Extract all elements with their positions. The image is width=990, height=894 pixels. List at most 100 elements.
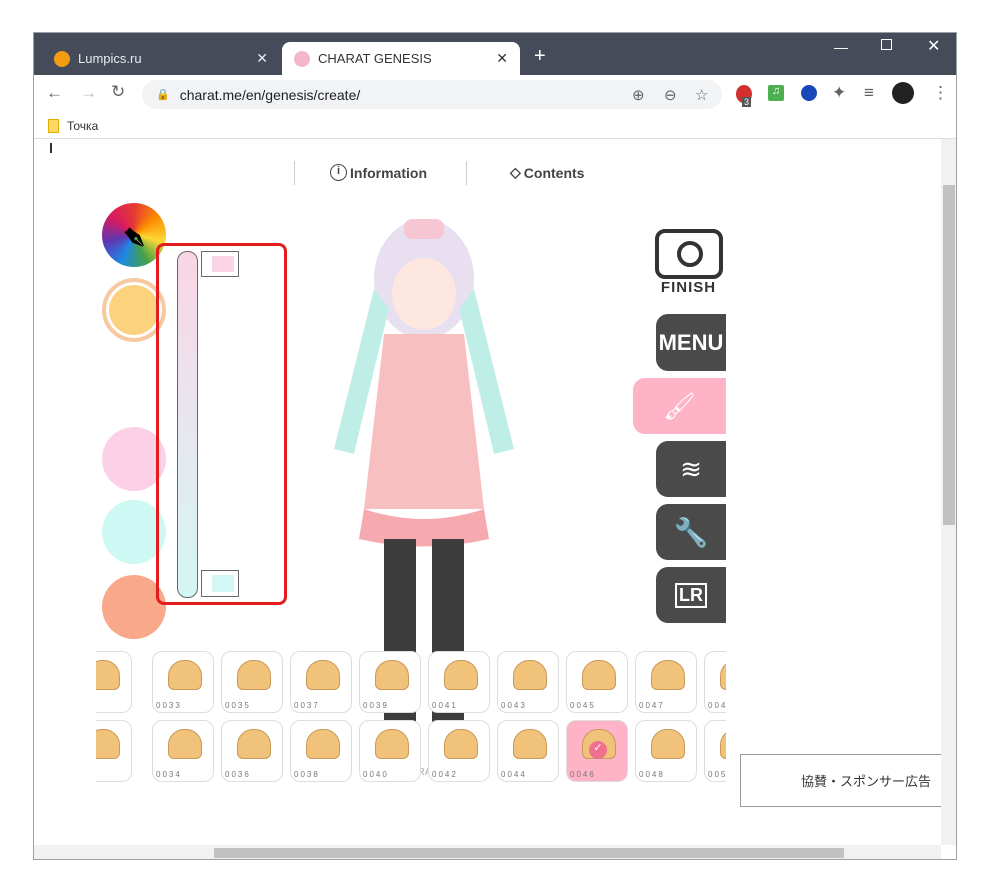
url-text: charat.me/en/genesis/create/ xyxy=(179,86,361,103)
information-link[interactable]: i Information xyxy=(330,164,427,181)
hair-thumbnail xyxy=(375,660,409,690)
close-tab-icon[interactable]: ✕ xyxy=(256,50,268,67)
hair-option[interactable]: 32 xyxy=(96,720,132,782)
hair-label: 0034 xyxy=(156,770,182,779)
hair-label: 0039 xyxy=(363,701,389,710)
bottom-color-handle[interactable] xyxy=(201,570,239,597)
hair-thumbnail xyxy=(168,660,202,690)
hair-label: 0045 xyxy=(570,701,596,710)
hair-thumbnail xyxy=(513,660,547,690)
zoom-out-icon[interactable]: ⊖ xyxy=(664,86,677,104)
hair-option[interactable]: 0048 xyxy=(635,720,697,782)
hair-option[interactable]: 0043 xyxy=(497,651,559,713)
hair-label: 0041 xyxy=(432,701,458,710)
hair-option[interactable]: 005 xyxy=(704,720,726,782)
hair-label: 0036 xyxy=(225,770,251,779)
extensions-icon[interactable]: ✦ xyxy=(832,83,846,103)
finish-button[interactable]: FINISH xyxy=(651,223,726,298)
highlight-box xyxy=(156,243,287,605)
maximize-button[interactable] xyxy=(881,39,892,50)
hair-option[interactable]: 0044 xyxy=(497,720,559,782)
hair-label: 0046 xyxy=(570,770,596,779)
hair-option[interactable]: ✓ 0046 xyxy=(566,720,628,782)
horizontal-scrollbar[interactable] xyxy=(34,845,941,859)
hair-option[interactable]: 0039 xyxy=(359,651,421,713)
hair-label: 005 xyxy=(708,770,726,779)
orange-icon xyxy=(54,50,70,67)
hair-option[interactable]: 0037 xyxy=(290,651,352,713)
star-icon[interactable]: ☆ xyxy=(695,86,708,104)
hair-option[interactable]: 0036 xyxy=(221,720,283,782)
lr-button[interactable]: LR xyxy=(656,567,726,623)
hair-thumbnail xyxy=(720,729,726,759)
hair-label: 0035 xyxy=(225,701,251,710)
hair-label: 0040 xyxy=(363,770,389,779)
new-tab-button[interactable]: + xyxy=(534,45,546,68)
hair-option[interactable]: 0033 xyxy=(152,651,214,713)
hair-option[interactable]: 0038 xyxy=(290,720,352,782)
tab-charat[interactable]: CHARAT GENESIS ✕ xyxy=(282,42,520,75)
bookmark-tochka[interactable]: Точка xyxy=(67,119,98,133)
page-content: iInformation ◇Contents ✒ ©2020 CHARAT FI… xyxy=(34,139,941,845)
hair-option[interactable]: 0047 xyxy=(635,651,697,713)
gradient-slider[interactable] xyxy=(177,251,198,598)
hair-label: 0033 xyxy=(156,701,182,710)
wave-icon: ≋ xyxy=(680,453,702,484)
media-icon[interactable]: ≡ xyxy=(864,83,874,103)
music-extension-icon[interactable]: ♫ xyxy=(768,85,784,101)
hair-option[interactable]: 0035 xyxy=(221,651,283,713)
hair-option[interactable]: 0042 xyxy=(428,720,490,782)
zoom-in-icon[interactable]: ⊕ xyxy=(632,86,645,104)
hair-thumbnail xyxy=(720,660,726,690)
hair-thumbnail xyxy=(237,729,271,759)
forward-icon[interactable]: → xyxy=(80,83,97,103)
globe-extension-icon[interactable] xyxy=(801,85,817,101)
reload-icon[interactable]: ↻ xyxy=(111,82,125,102)
tab-lumpics[interactable]: Lumpics.ru ✕ xyxy=(42,42,280,75)
hair-thumbnail xyxy=(651,660,685,690)
hair-label: 0037 xyxy=(294,701,320,710)
close-tab-icon[interactable]: ✕ xyxy=(496,50,508,67)
hair-thumbnail xyxy=(96,660,120,690)
hair-option[interactable]: 004 xyxy=(704,651,726,713)
browser-window: Lumpics.ru ✕ CHARAT GENESIS ✕ + — ✕ ← → ↻ … xyxy=(33,32,957,860)
menu-icon[interactable]: ⋮ xyxy=(932,83,949,103)
hair-label: 0038 xyxy=(294,770,320,779)
background-button[interactable]: ≋ xyxy=(656,441,726,497)
brush-icon: 🖌 xyxy=(662,390,696,421)
extension-badge: 3 xyxy=(742,97,752,107)
contents-link[interactable]: ◇ Contents xyxy=(510,164,584,181)
settings-button[interactable]: 🔧 xyxy=(656,504,726,560)
sponsor-ad[interactable]: 協賛・スポンサー広告 xyxy=(740,754,941,807)
menu-button[interactable]: MENU xyxy=(656,314,726,371)
contents-label: Contents xyxy=(523,164,585,181)
charat-icon xyxy=(294,50,310,67)
hair-thumbnail xyxy=(582,660,616,690)
hair-thumbnail xyxy=(651,729,685,759)
hair-option[interactable]: 0040 xyxy=(359,720,421,782)
hair-thumbnail xyxy=(96,729,120,759)
hair-thumbnail xyxy=(306,660,340,690)
hair-option[interactable]: 31 xyxy=(96,651,132,713)
hair-option[interactable]: 0034 xyxy=(152,720,214,782)
top-color-handle[interactable] xyxy=(201,251,239,277)
vertical-scrollbar[interactable] xyxy=(941,139,956,845)
hair-thumbnail xyxy=(306,729,340,759)
diamond-icon: ◇ xyxy=(510,164,521,180)
close-window-button[interactable]: ✕ xyxy=(927,36,940,56)
hair-option[interactable]: 0045 xyxy=(566,651,628,713)
paint-tool-button[interactable]: 🖌 xyxy=(633,378,726,434)
hair-thumbnail xyxy=(375,729,409,759)
back-icon[interactable]: ← xyxy=(46,83,63,103)
hair-label: 0044 xyxy=(501,770,527,779)
hair-thumbnail xyxy=(168,729,202,759)
address-bar[interactable]: 🔒 charat.me/en/genesis/create/ ⊕ ⊖ ☆ xyxy=(142,80,722,109)
hair-option[interactable]: 0041 xyxy=(428,651,490,713)
tab-title: Lumpics.ru xyxy=(78,51,142,66)
minimize-button[interactable]: — xyxy=(834,39,848,55)
avatar[interactable] xyxy=(892,82,914,104)
information-label: Information xyxy=(350,164,427,181)
finish-label: FINISH xyxy=(660,279,717,296)
camera-icon xyxy=(654,229,723,279)
hair-label: 0042 xyxy=(432,770,458,779)
